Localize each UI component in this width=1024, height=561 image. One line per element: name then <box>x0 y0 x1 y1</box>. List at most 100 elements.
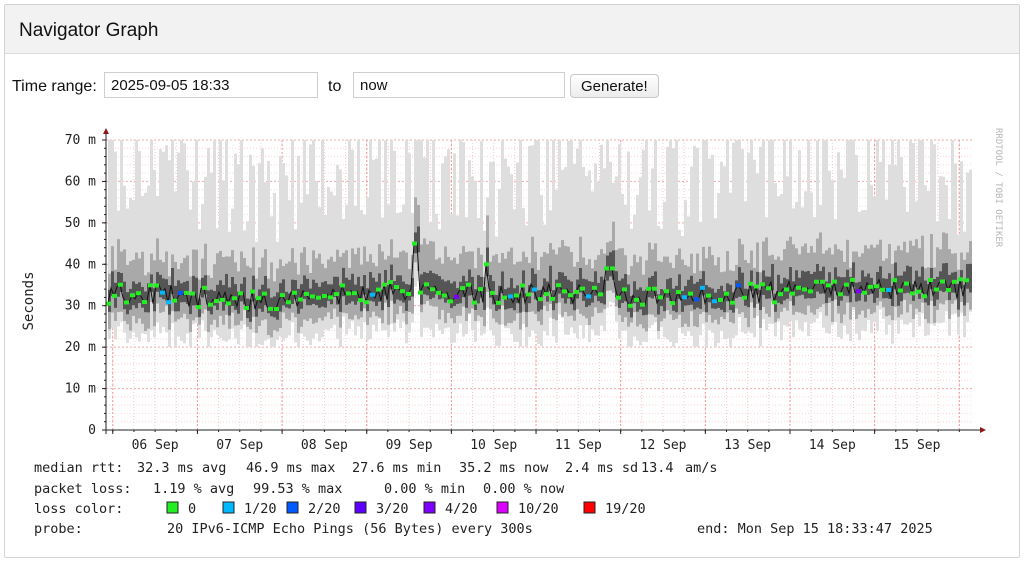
rtt-band-inner <box>231 277 234 306</box>
median-rtt-point <box>760 282 765 287</box>
median-rtt-point <box>904 281 909 286</box>
median-rtt-point <box>334 292 339 297</box>
rtt-band-inner <box>738 267 741 297</box>
rtt-band-inner <box>609 252 612 277</box>
median-rtt-point <box>634 297 639 302</box>
rtt-band-outer <box>807 140 810 337</box>
median-rtt-point <box>916 289 921 294</box>
rtt-band-inner <box>795 270 798 297</box>
rtt-band-inner <box>459 281 462 304</box>
median-rtt-point <box>538 297 543 302</box>
time-range-to-input[interactable] <box>353 72 565 98</box>
median-rtt-now: 35.2 ms now <box>459 460 549 476</box>
rtt-band-inner <box>597 282 600 302</box>
median-rtt-point <box>808 289 813 294</box>
y-tick-label: 20 m <box>65 340 96 355</box>
median-rtt-point <box>358 298 363 303</box>
median-rtt-point <box>892 278 897 283</box>
median-rtt-point <box>568 293 573 298</box>
median-rtt-point <box>190 291 195 296</box>
stats-legend: median rtt: 32.3 ms avg 46.9 ms max 27.6 ms… <box>34 460 933 537</box>
median-rtt-point <box>598 292 603 297</box>
median-rtt-point <box>184 290 189 295</box>
rtt-band-inner <box>816 263 819 292</box>
rtt-band-outer <box>516 162 519 342</box>
median-rtt-point <box>832 279 837 284</box>
median-rtt-point <box>580 286 585 291</box>
median-rtt-point <box>352 291 357 296</box>
median-rtt-point <box>238 291 243 296</box>
median-rtt-point <box>370 292 375 297</box>
rtt-band-inner <box>207 290 210 311</box>
rtt-band-inner <box>969 263 972 293</box>
median-rtt-point <box>412 241 417 246</box>
rtt-band-inner <box>906 265 909 293</box>
median-rtt-point <box>436 290 441 295</box>
median-rtt-point <box>886 287 891 292</box>
median-rtt-point <box>322 293 327 298</box>
loss-color-label: loss color: <box>34 501 123 517</box>
median-rtt-point <box>160 290 165 295</box>
rtt-band-inner <box>807 270 810 299</box>
median-rtt-ams: 13.4 <box>641 460 674 476</box>
median-rtt-point <box>394 285 399 290</box>
median-rtt-point <box>418 290 423 295</box>
panel-title: Navigator Graph <box>19 20 159 41</box>
rtt-band-inner <box>282 279 285 306</box>
median-rtt-point <box>490 290 495 295</box>
median-rtt-point <box>502 295 507 300</box>
median-rtt-point <box>958 277 963 282</box>
median-rtt-point <box>274 307 279 312</box>
median-rtt-point <box>604 266 609 271</box>
median-rtt-point <box>454 294 459 299</box>
rtt-band-outer <box>594 163 597 336</box>
rtt-band-inner <box>123 281 126 310</box>
median-rtt-point <box>118 282 123 287</box>
packet-loss-avg: 1.19 % avg <box>153 481 234 497</box>
rtt-band-inner <box>558 271 561 294</box>
rtt-band-inner <box>585 279 588 308</box>
median-rtt-point <box>448 299 453 304</box>
rtt-band-inner <box>453 281 456 306</box>
rtt-band-outer <box>282 162 285 341</box>
median-rtt-point <box>346 291 351 296</box>
median-rtt-point <box>934 287 939 292</box>
median-rtt-point <box>262 291 267 296</box>
x-tick-label: 09 Sep <box>386 438 433 453</box>
median-rtt-point <box>898 288 903 293</box>
rtt-band-outer <box>729 192 732 347</box>
median-rtt-point <box>790 291 795 296</box>
rtt-band-inner <box>966 264 969 289</box>
rtt-band-inner <box>696 281 699 308</box>
rtt-band-inner <box>837 276 840 306</box>
median-rtt-point <box>214 299 219 304</box>
rtt-band-inner <box>486 247 489 277</box>
median-rtt-point <box>628 303 633 308</box>
rtt-band-middle <box>288 261 291 321</box>
time-range-controls: Time range: to Generate! <box>8 72 1008 102</box>
median-rtt-point <box>706 293 711 298</box>
generate-button[interactable]: Generate! <box>570 74 659 98</box>
median-rtt-point <box>484 262 489 267</box>
median-rtt-point <box>682 295 687 300</box>
median-rtt-point <box>712 299 717 304</box>
median-rtt-point <box>592 285 597 290</box>
median-rtt-point <box>520 283 525 288</box>
rtt-band-inner <box>600 276 603 304</box>
loss-color-swatch-label: 4/20 <box>445 501 478 517</box>
y-tick-label: 70 m <box>65 133 96 148</box>
median-rtt-point <box>232 296 237 301</box>
median-rtt-point <box>388 280 393 285</box>
median-rtt-point <box>496 300 501 305</box>
median-rtt-point <box>340 283 345 288</box>
median-rtt-point <box>316 295 321 300</box>
median-rtt-point <box>688 291 693 296</box>
median-rtt-sd: 2.4 ms sd <box>565 460 638 476</box>
rtt-band-inner <box>273 296 276 318</box>
rtt-band-middle <box>525 257 528 328</box>
time-range-from-input[interactable] <box>104 72 318 98</box>
rtt-band-inner <box>363 275 366 295</box>
median-rtt-point <box>616 295 621 300</box>
rtt-band-middle <box>726 251 729 313</box>
median-rtt-point <box>784 287 789 292</box>
